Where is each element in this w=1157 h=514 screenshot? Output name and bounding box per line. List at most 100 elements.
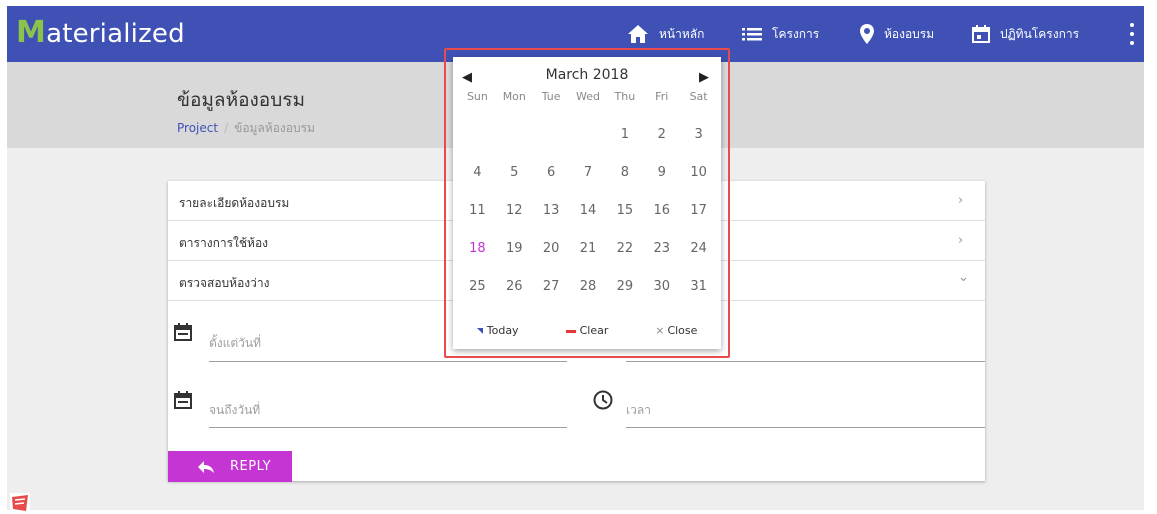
day-cell[interactable]: 15 (606, 203, 643, 218)
from-date-input[interactable]: ตั้งแต่วันที่ (209, 334, 261, 353)
brand-name: aterialized (46, 19, 185, 49)
week-row: 25 26 27 28 29 30 31 (459, 267, 717, 305)
weekday-label: Tue (541, 90, 561, 103)
close-button[interactable]: × Close (632, 324, 721, 337)
chevron-right-icon: › (958, 233, 964, 248)
day-cell[interactable]: 21 (570, 241, 607, 256)
day-cell[interactable]: 31 (680, 279, 717, 294)
day-cell[interactable]: 23 (643, 241, 680, 256)
day-cell[interactable]: 12 (496, 203, 533, 218)
breadcrumb: Project / ข้อมูลห้องอบรม (177, 119, 315, 138)
day-cell[interactable]: 25 (459, 279, 496, 294)
reply-icon (198, 460, 214, 473)
to-date-underline (209, 427, 567, 428)
day-cell[interactable]: 8 (606, 165, 643, 180)
day-cell[interactable]: 13 (533, 203, 570, 218)
location-pin-icon (860, 24, 874, 44)
nav-item-rooms[interactable]: ห้องอบรม (860, 6, 934, 62)
nav-label-projects: โครงการ (772, 26, 820, 41)
close-label: Close (667, 324, 698, 337)
nav-item-calendar[interactable]: ปฏิทินโครงการ (972, 6, 1079, 62)
list-icon (742, 28, 762, 41)
day-cell[interactable]: 20 (533, 241, 570, 256)
breadcrumb-separator: / (224, 121, 229, 135)
weekday-label: Sun (466, 90, 488, 103)
accordion-label: ตรวจสอบห้องว่าง (179, 276, 270, 290)
clear-icon (565, 329, 576, 333)
from-time-underline (626, 361, 985, 362)
weekday-label: Mon (502, 90, 526, 103)
nav-item-home[interactable]: หน้าหลัก (627, 6, 704, 62)
accordion-label: ตารางการใช้ห้อง (179, 236, 269, 250)
clock-icon[interactable] (593, 390, 613, 410)
breadcrumb-current: ข้อมูลห้องอบรม (234, 121, 315, 135)
chevron-right-icon: › (958, 193, 964, 208)
day-cell[interactable]: 27 (533, 279, 570, 294)
calendar-icon[interactable] (174, 323, 192, 341)
day-grid: 1 2 3 4 5 6 7 8 9 10 11 12 13 14 15 16 17 18 19 20 21 22 23 24 2… (459, 115, 717, 305)
week-row: 18 19 20 21 22 23 24 (459, 229, 717, 267)
day-cell[interactable]: 18 (459, 241, 496, 256)
picker-footer: Today Clear × Close (453, 324, 721, 337)
day-cell[interactable]: 10 (680, 165, 717, 180)
day-cell[interactable]: 14 (570, 203, 607, 218)
today-button[interactable]: Today (453, 324, 542, 337)
day-cell[interactable]: 2 (643, 127, 680, 142)
day-cell[interactable]: 6 (533, 165, 570, 180)
time-input[interactable]: เวลา (626, 401, 651, 420)
clear-button[interactable]: Clear (542, 324, 631, 337)
page-title: ข้อมูลห้องอบรม (177, 89, 305, 111)
day-cell[interactable]: 1 (606, 127, 643, 142)
nav-item-projects[interactable]: โครงการ (742, 6, 819, 62)
day-cell[interactable]: 9 (643, 165, 680, 180)
more-vert-icon[interactable] (1125, 20, 1139, 48)
day-cell[interactable]: 26 (496, 279, 533, 294)
weekday-label: Thu (614, 90, 636, 103)
date-picker-popup: ◀ March 2018 ▶ Sun Mon Tue Wed Thu Fri Sat 123… (453, 57, 721, 349)
day-cell[interactable]: 16 (643, 203, 680, 218)
top-navbar: Materialized หน้าหลัก โครงการ ห้องอบรม ป… (7, 6, 1144, 62)
reply-label: REPLY (230, 459, 272, 474)
today-icon (476, 328, 483, 334)
reply-button[interactable]: REPLY (168, 451, 292, 482)
day-cell[interactable]: 4 (459, 165, 496, 180)
day-cell[interactable]: 7 (570, 165, 607, 180)
day-cell[interactable]: 22 (606, 241, 643, 256)
weekday-label: Wed (576, 90, 600, 103)
month-label: March 2018 (545, 67, 629, 83)
nav-label-home: หน้าหลัก (659, 26, 705, 41)
week-row: 123 (459, 115, 717, 153)
corner-app-icon (10, 493, 30, 513)
day-cell[interactable]: 24 (680, 241, 717, 256)
breadcrumb-root-link[interactable]: Project (177, 121, 218, 135)
day-cell[interactable]: 29 (606, 279, 643, 294)
day-cell[interactable]: 3 (680, 127, 717, 142)
week-row: 4 5 6 7 8 9 10 (459, 153, 717, 191)
from-date-underline (209, 361, 567, 362)
day-cell[interactable]: 19 (496, 241, 533, 256)
nav-label-calendar: ปฏิทินโครงการ (1000, 26, 1080, 41)
day-cell[interactable]: 30 (643, 279, 680, 294)
day-cell[interactable]: 17 (680, 203, 717, 218)
clear-label: Clear (579, 324, 609, 337)
day-cell[interactable]: 5 (496, 165, 533, 180)
accordion-label: รายละเอียดห้องอบรม (179, 196, 290, 210)
to-date-input[interactable]: จนถึงวันที่ (209, 401, 260, 420)
app-window: Materialized หน้าหลัก โครงการ ห้องอบรม ป… (7, 6, 1144, 510)
weekday-label: Fri (655, 90, 669, 103)
weekday-header: Sun Mon Tue Wed Thu Fri Sat (459, 90, 717, 103)
day-cell[interactable]: 11 (459, 203, 496, 218)
close-icon: × (655, 324, 665, 337)
nav-label-rooms: ห้องอบรม (884, 26, 935, 41)
day-cell[interactable]: 28 (570, 279, 607, 294)
brand-logo[interactable]: Materialized (16, 13, 185, 54)
brand-initial: M (16, 15, 47, 50)
chevron-down-icon: ⌄ (958, 270, 969, 285)
calendar-icon (972, 25, 990, 43)
calendar-icon[interactable] (174, 391, 192, 409)
today-label: Today (486, 324, 519, 337)
next-month-icon[interactable]: ▶ (699, 70, 709, 85)
time-underline (626, 427, 985, 428)
week-row: 11 12 13 14 15 16 17 (459, 191, 717, 229)
weekday-label: Sat (689, 90, 708, 103)
